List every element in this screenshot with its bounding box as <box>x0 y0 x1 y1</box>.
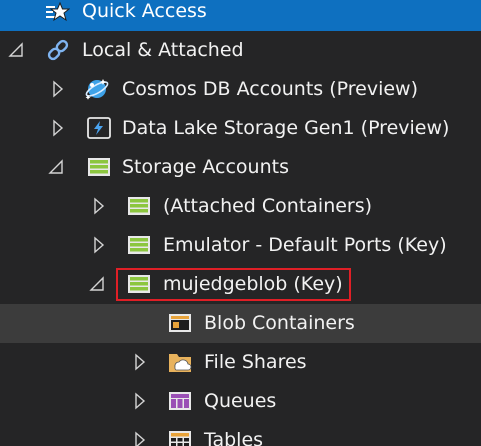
storage-account-icon <box>126 271 152 297</box>
tree-item-data-lake[interactable]: Data Lake Storage Gen1 (Preview) <box>0 109 481 148</box>
tree-item-label: Tables <box>204 429 264 446</box>
tree-item-mujedgeblob[interactable]: mujedgeblob (Key) <box>0 265 481 304</box>
data-lake-icon <box>86 115 112 141</box>
tree-item-label: (Attached Containers) <box>163 195 373 217</box>
storage-account-icon <box>126 193 152 219</box>
tree-item-tables[interactable]: Tables <box>0 421 481 446</box>
tree-item-queues[interactable]: Queues <box>0 382 481 421</box>
tree-item-attached-containers[interactable]: (Attached Containers) <box>0 187 481 226</box>
tree-item-label: Queues <box>204 390 277 412</box>
queue-icon <box>167 388 193 414</box>
link-icon <box>45 37 71 63</box>
blob-container-icon <box>167 310 193 336</box>
tree-item-file-shares[interactable]: File Shares <box>0 343 481 382</box>
tree-item-label: Emulator - Default Ports (Key) <box>163 234 447 256</box>
tree-item-cosmos-db[interactable]: Cosmos DB Accounts (Preview) <box>0 70 481 109</box>
tree-item-label: Local & Attached <box>82 39 244 61</box>
collapsed-chevron-icon[interactable] <box>131 353 149 371</box>
tree-item-quick-access[interactable]: Quick Access <box>0 0 481 31</box>
explorer-tree: Quick Access Local & Attached Cosmos DB … <box>0 0 481 446</box>
collapsed-chevron-icon[interactable] <box>90 197 108 215</box>
expanded-chevron-icon[interactable] <box>48 158 66 176</box>
tree-item-storage-accounts[interactable]: Storage Accounts <box>0 148 481 187</box>
file-share-icon <box>167 349 193 375</box>
tree-item-label: Data Lake Storage Gen1 (Preview) <box>122 117 450 139</box>
tree-item-label: Cosmos DB Accounts (Preview) <box>122 78 419 100</box>
tree-item-blob-containers[interactable]: Blob Containers <box>0 304 481 343</box>
tree-item-local-attached[interactable]: Local & Attached <box>0 31 481 70</box>
collapsed-chevron-icon[interactable] <box>131 431 149 446</box>
tree-item-emulator[interactable]: Emulator - Default Ports (Key) <box>0 226 481 265</box>
tree-item-label: Quick Access <box>82 0 207 22</box>
table-icon <box>167 427 193 446</box>
collapsed-chevron-icon[interactable] <box>49 80 67 98</box>
tree-item-label: Storage Accounts <box>122 156 289 178</box>
tree-item-label: File Shares <box>204 351 307 373</box>
cosmos-db-icon <box>84 76 110 102</box>
collapsed-chevron-icon[interactable] <box>49 119 67 137</box>
collapsed-chevron-icon[interactable] <box>131 392 149 410</box>
collapsed-chevron-icon[interactable] <box>90 236 108 254</box>
expanded-chevron-icon[interactable] <box>8 41 26 59</box>
storage-account-icon <box>126 232 152 258</box>
tree-item-label: mujedgeblob (Key) <box>163 273 343 295</box>
expanded-chevron-icon[interactable] <box>89 275 107 293</box>
quick-access-icon <box>44 0 71 26</box>
storage-account-icon <box>86 154 112 180</box>
tree-item-label: Blob Containers <box>204 312 355 334</box>
